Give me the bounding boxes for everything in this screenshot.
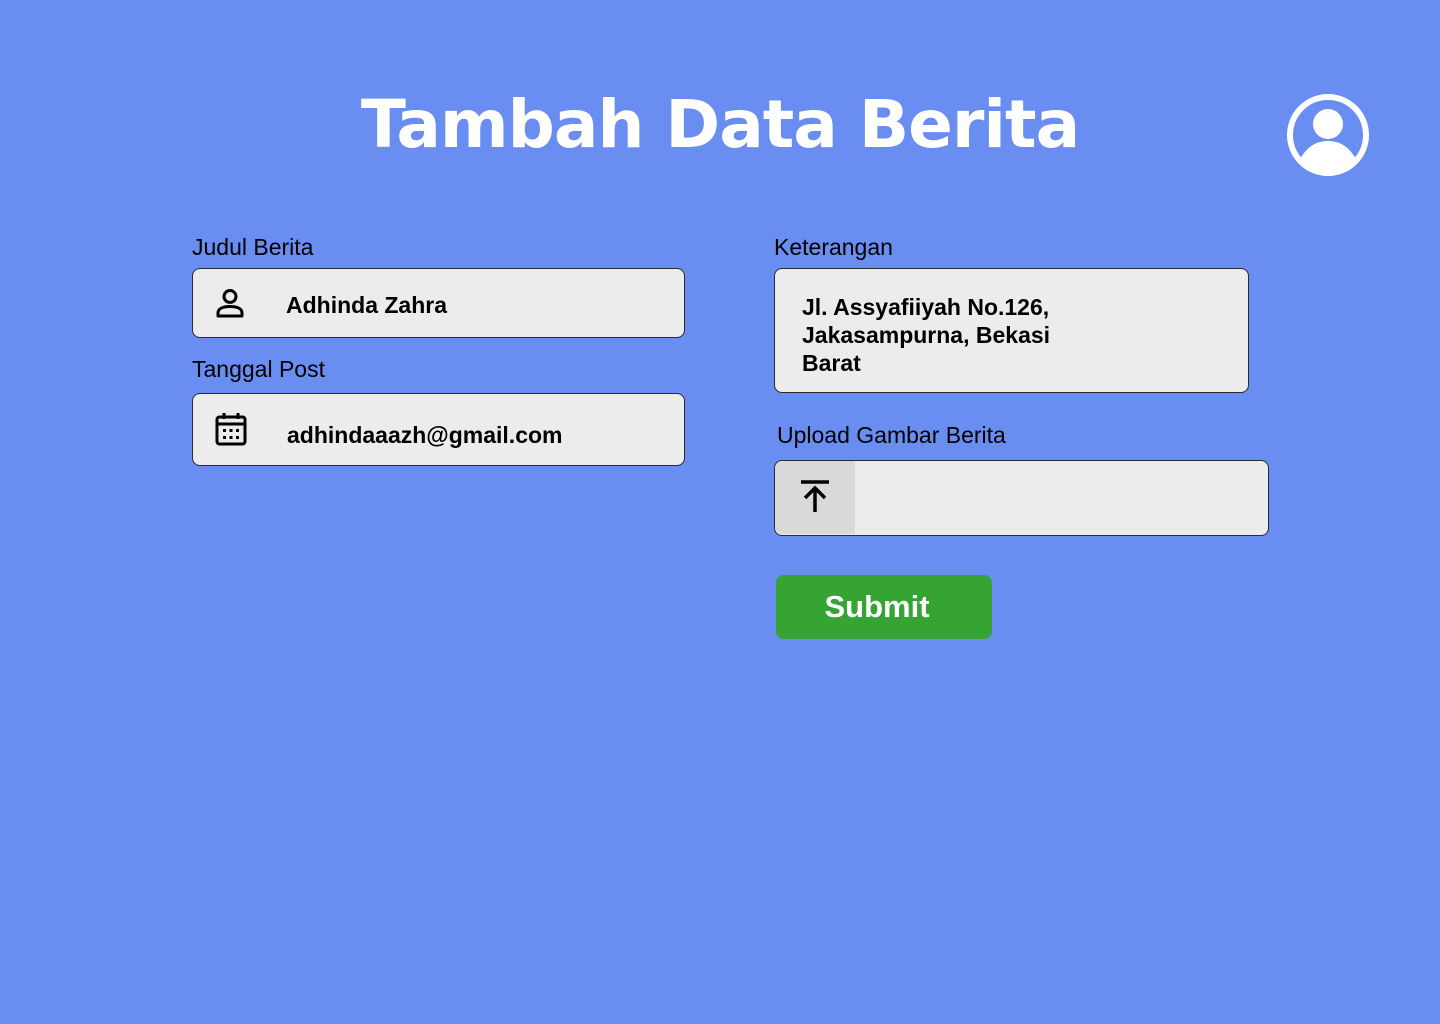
- keterangan-label: Keterangan: [774, 234, 893, 260]
- judul-berita-value: Adhinda Zahra: [286, 292, 448, 318]
- upload-icon: [801, 480, 829, 512]
- tanggal-post-field[interactable]: adhindaaazh@gmail.com: [192, 393, 685, 466]
- keterangan-field[interactable]: Jl. Assyafiiyah No.126, Jakasampurna, Be…: [774, 268, 1249, 393]
- keterangan-value: Jl. Assyafiiyah No.126, Jakasampurna, Be…: [802, 294, 1051, 376]
- calendar-icon: [214, 412, 248, 446]
- tanggal-post-label: Tanggal Post: [192, 356, 325, 382]
- page-title: Tambah Data Berita: [360, 86, 1080, 163]
- judul-berita-label: Judul Berita: [192, 234, 314, 260]
- upload-button[interactable]: [775, 461, 855, 534]
- upload-gambar-field[interactable]: [774, 460, 1269, 536]
- submit-button[interactable]: Submit: [776, 575, 992, 639]
- user-circle-icon[interactable]: [1286, 93, 1370, 177]
- upload-gambar-label: Upload Gambar Berita: [777, 422, 1006, 448]
- judul-berita-field[interactable]: Adhinda Zahra: [192, 268, 685, 338]
- tanggal-post-value: adhindaaazh@gmail.com: [287, 422, 563, 448]
- person-icon: [213, 286, 247, 320]
